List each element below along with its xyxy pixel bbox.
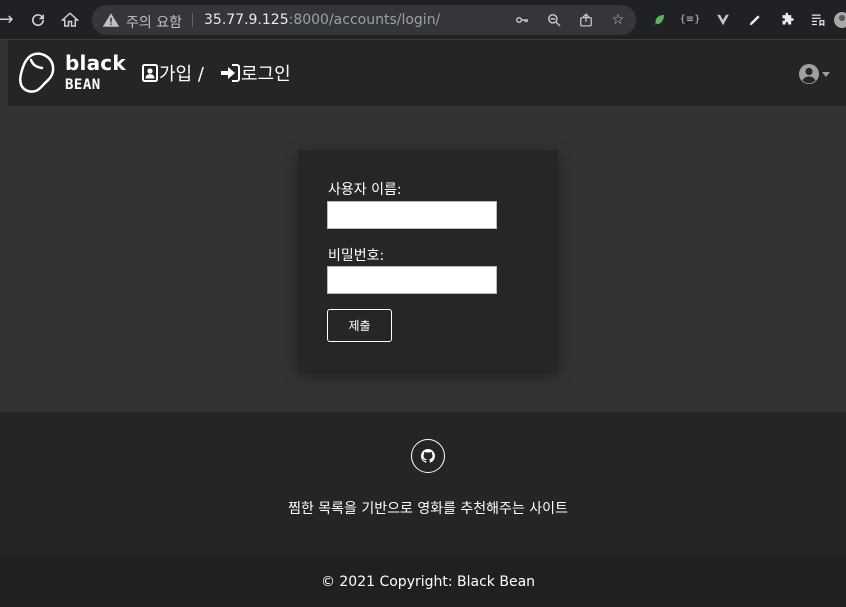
footer-tagline: 찜한 목록을 기반으로 영화를 추천해주는 사이트: [288, 501, 568, 517]
extension-pen-icon[interactable]: [744, 9, 766, 31]
zoom-icon[interactable]: [544, 10, 564, 30]
nav-signup-link[interactable]: 가입 /: [142, 60, 204, 86]
submit-button[interactable]: 제출: [327, 309, 392, 342]
site-logo[interactable]: black BEAN: [18, 50, 128, 96]
username-label: 사용자 이름:: [328, 182, 402, 198]
logo-text-bean: BEAN: [65, 77, 101, 93]
caret-down-icon: [822, 72, 830, 77]
url-path: :8000/accounts/login/: [288, 12, 441, 28]
address-card-icon: [142, 64, 158, 82]
site-navbar: black BEAN 가입 / 로그인: [8, 40, 846, 106]
nav-login-link[interactable]: 로그인: [220, 60, 291, 86]
extension-vue-icon[interactable]: [712, 9, 734, 31]
extension-json-icon[interactable]: {≡}: [679, 9, 701, 31]
address-separator: [192, 13, 193, 27]
url-text[interactable]: 35.77.9.125:8000/accounts/login/: [204, 12, 440, 28]
reload-icon[interactable]: [26, 8, 50, 32]
warning-icon[interactable]: [102, 11, 120, 29]
address-bar[interactable]: 주의 요함 35.77.9.125:8000/accounts/login/ ☆: [92, 5, 636, 35]
profile-avatar-icon[interactable]: [834, 9, 846, 31]
copyright-bar: © 2021 Copyright: Black Bean: [0, 556, 846, 607]
bean-logo-icon: [19, 52, 55, 93]
sign-in-icon: [221, 64, 240, 82]
user-circle-icon: [799, 64, 819, 84]
nav-login-label: 로그인: [241, 64, 291, 85]
home-icon[interactable]: [58, 8, 82, 32]
password-label: 비밀번호:: [328, 248, 385, 264]
share-icon[interactable]: [576, 10, 596, 30]
browser-toolbar: → 주의 요함 35.77.9.125:8000/accounts/login/…: [0, 0, 846, 40]
extensions-puzzle-icon[interactable]: [776, 9, 798, 31]
github-link-button[interactable]: [411, 439, 445, 473]
password-input[interactable]: [327, 266, 497, 294]
logo-text-black: black: [65, 51, 126, 75]
github-icon: [421, 449, 435, 463]
site-footer: 찜한 목록을 기반으로 영화를 추천해주는 사이트: [0, 412, 846, 556]
username-input[interactable]: [327, 201, 497, 229]
forward-icon[interactable]: →: [0, 8, 18, 32]
copyright-text: © 2021 Copyright: Black Bean: [320, 574, 536, 590]
reading-list-icon[interactable]: [806, 9, 828, 31]
login-card: 사용자 이름: 비밀번호: 제출: [298, 150, 558, 372]
security-warning-text[interactable]: 주의 요함: [126, 12, 182, 32]
bookmark-star-icon[interactable]: ☆: [608, 10, 628, 30]
extension-leaf-icon[interactable]: [648, 9, 670, 31]
key-icon[interactable]: [512, 10, 532, 30]
url-host: 35.77.9.125: [204, 12, 289, 28]
user-menu-dropdown[interactable]: [799, 63, 833, 85]
nav-signup-label: 가입 /: [159, 64, 204, 85]
